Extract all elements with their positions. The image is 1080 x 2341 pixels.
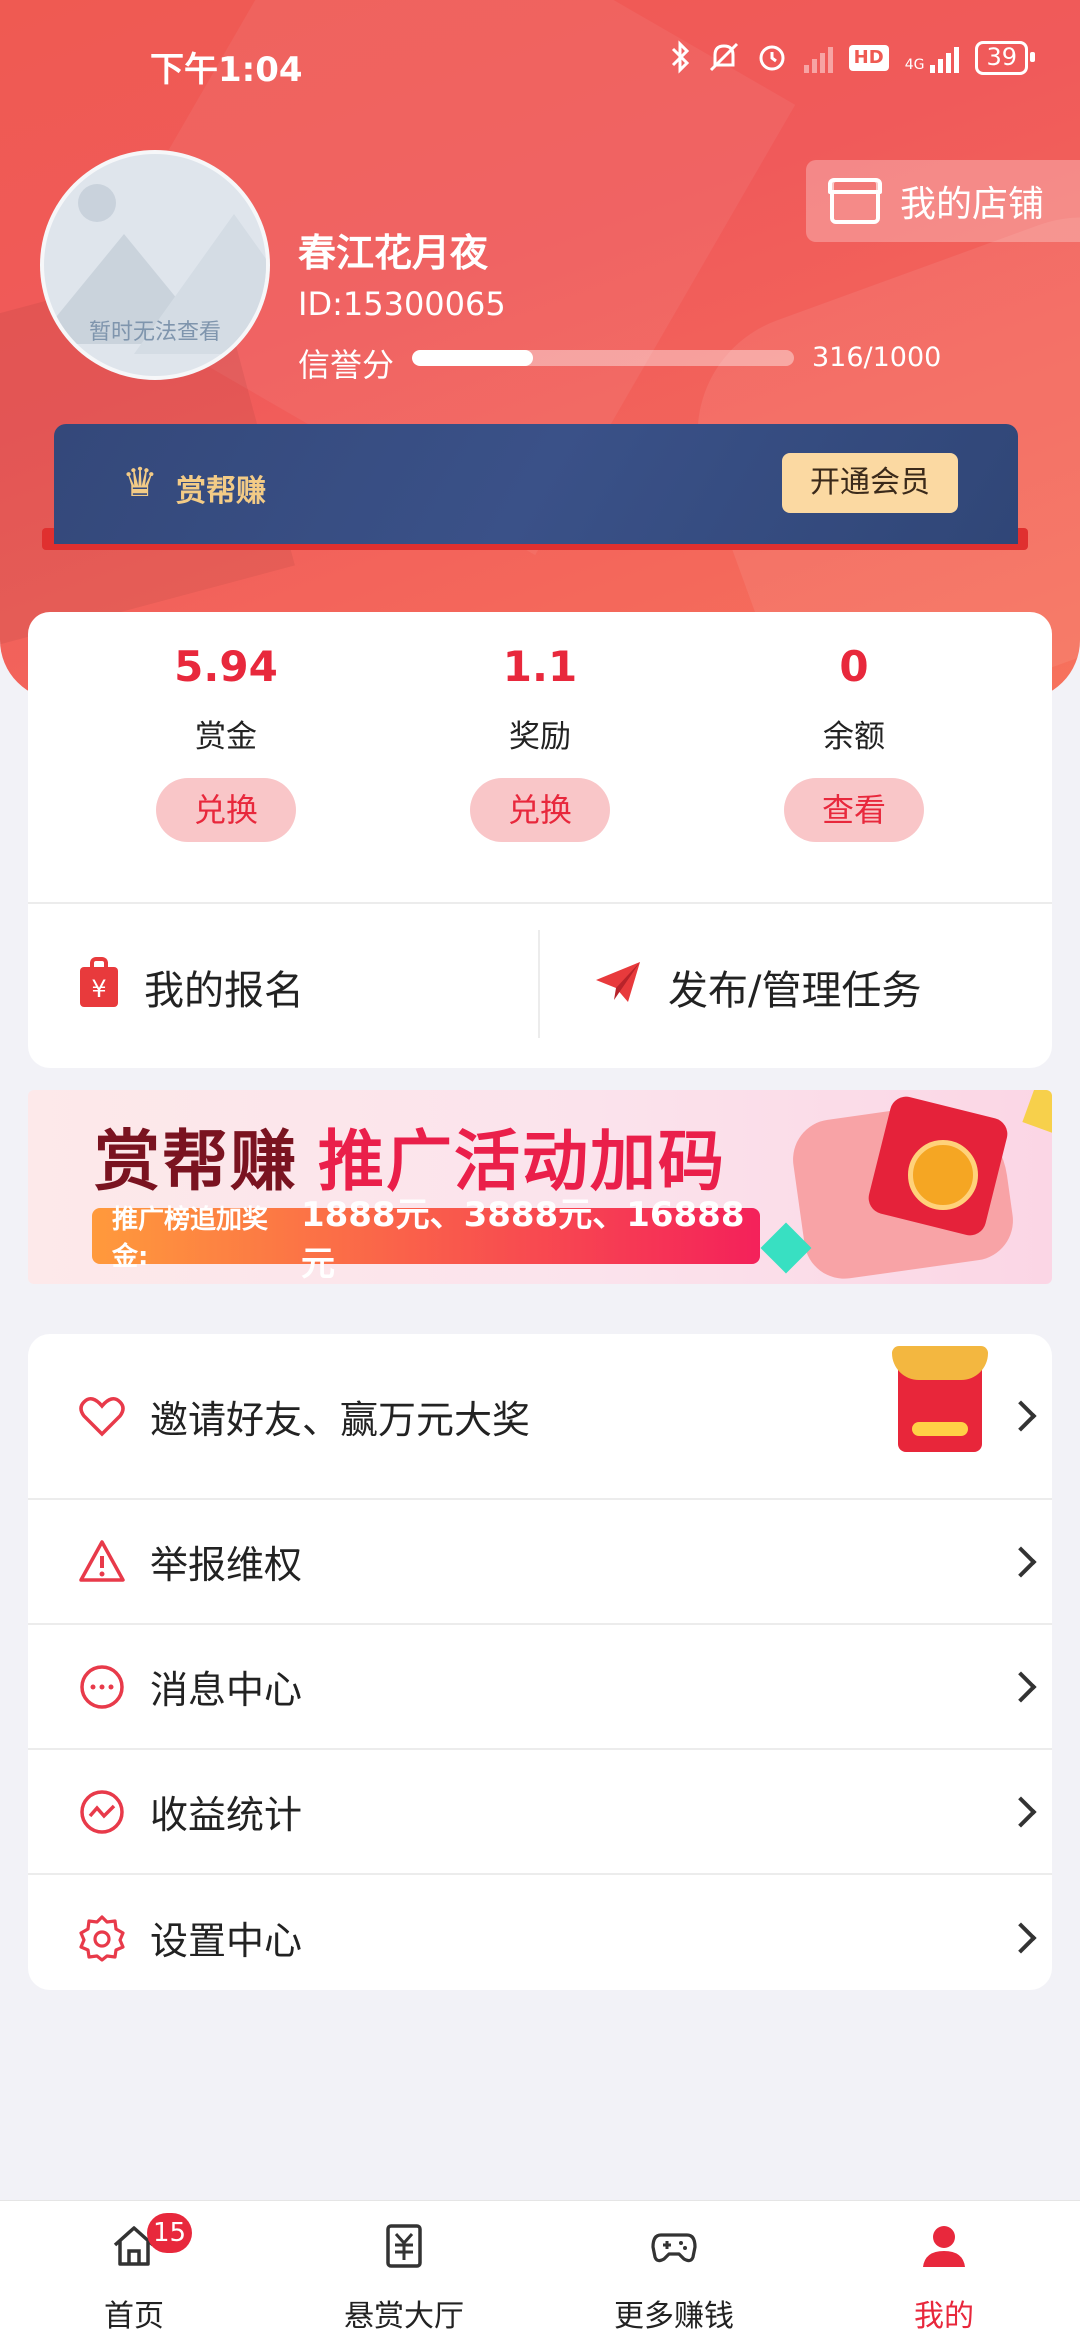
chevron-right-icon (1005, 1400, 1037, 1432)
my-signup-button[interactable]: ¥ 我的报名 (80, 922, 304, 1052)
nav-label: 我的 (914, 2299, 974, 2334)
menu-item-earnings[interactable]: 收益统计 (28, 1750, 1052, 1875)
stats-card: 5.94 赏金 兑换 1.1 奖励 兑换 0 余额 查看 ¥ 我的报名 发布/管… (28, 612, 1052, 1068)
nav-bounty-hall[interactable]: 悬赏大厅 (304, 2223, 504, 2335)
chevron-right-icon (1005, 1670, 1037, 1703)
stat-reward-label: 奖励 (509, 719, 571, 755)
promo-title-brand: 赏帮赚 (94, 1123, 298, 1200)
bottom-nav: 15 首页 悬赏大厅 更多赚钱 我的 (0, 2200, 1080, 2341)
stat-bounty-value: 5.94 (174, 642, 278, 691)
menu-label: 举报维权 (150, 1543, 303, 1587)
promo-banner[interactable]: 赏帮赚 推广活动加码 推广榜追加奖金: 1888元、3888元、16888元 (28, 1090, 1052, 1284)
home-badge: 15 (147, 2213, 193, 2253)
user-icon (921, 2223, 967, 2269)
credit-progress-fill (412, 350, 533, 366)
my-shop-button[interactable]: 我的店铺 (806, 160, 1080, 242)
stat-bounty-label: 赏金 (195, 719, 257, 755)
menu-item-messages[interactable]: 消息中心 (28, 1625, 1052, 1750)
stats-icon (78, 1788, 126, 1836)
stat-reward-value: 1.1 (502, 642, 578, 691)
yuan-doc-icon (381, 2223, 427, 2269)
menu-label: 设置中心 (150, 1919, 303, 1963)
gear-icon (78, 1914, 126, 1962)
stat-balance: 0 余额 查看 (704, 642, 1004, 842)
menu-item-invite[interactable]: 邀请好友、赢万元大奖 (28, 1334, 1052, 1500)
bounty-exchange-button[interactable]: 兑换 (156, 778, 296, 842)
crown-icon: ♛ (122, 460, 158, 506)
status-time: 下午1:04 (150, 50, 303, 90)
user-id: ID:15300065 (298, 285, 506, 323)
vip-label: 赏帮赚 (176, 474, 266, 509)
credit-label: 信誉分 (298, 346, 395, 384)
avatar[interactable]: 暂时无法查看 (40, 150, 270, 380)
battery-icon: 39 (975, 41, 1035, 75)
reward-exchange-button[interactable]: 兑换 (470, 778, 610, 842)
promo-bonus-bar: 推广榜追加奖金: 1888元、3888元、16888元 (92, 1195, 760, 1284)
heart-icon (78, 1392, 126, 1440)
message-icon (78, 1663, 126, 1711)
stat-balance-label: 余额 (823, 719, 885, 755)
vip-banner[interactable]: ♛ 赏帮赚 开通会员 (54, 424, 1018, 544)
balance-view-button[interactable]: 查看 (784, 778, 924, 842)
signal-icon: 4G (905, 43, 960, 73)
menu-item-settings[interactable]: 设置中心 (28, 1875, 1052, 2000)
shop-icon (828, 178, 882, 224)
coin-icon (908, 1140, 978, 1210)
credit-progress-bar (412, 350, 794, 366)
status-bar: 下午1:04 HD 4G 39 (0, 40, 1080, 90)
avatar-caption: 暂时无法查看 (88, 320, 221, 345)
menu-label: 消息中心 (150, 1668, 303, 1712)
nav-more-earning[interactable]: 更多赚钱 (574, 2223, 774, 2335)
gamepad-icon (651, 2223, 697, 2269)
gift-envelope-icon (892, 1346, 988, 1452)
publish-manage-button[interactable]: 发布/管理任务 (594, 922, 921, 1052)
stat-reward: 1.1 奖励 兑换 (390, 642, 690, 842)
my-shop-label: 我的店铺 (900, 184, 1045, 225)
home-icon: 15 (111, 2213, 193, 2269)
paper-plane-icon (594, 960, 642, 1014)
chevron-right-icon (1005, 1545, 1037, 1578)
publish-manage-label: 发布/管理任务 (668, 968, 922, 1014)
bluetooth-icon (670, 40, 692, 76)
chevron-right-icon (1005, 1795, 1037, 1828)
user-name: 春江花月夜 (298, 231, 489, 275)
credit-value: 316/1000 (812, 342, 942, 373)
nav-home[interactable]: 15 首页 (34, 2213, 234, 2335)
promo-bonus-label: 推广榜追加奖金: (112, 1205, 269, 1272)
stat-bounty: 5.94 赏金 兑换 (76, 642, 376, 842)
nav-label: 首页 (104, 2299, 164, 2334)
signal-off-icon (803, 43, 833, 73)
chevron-right-icon (1005, 1921, 1037, 1954)
alarm-icon (756, 40, 788, 76)
nav-label: 更多赚钱 (614, 2299, 734, 2334)
my-signup-label: 我的报名 (144, 968, 304, 1014)
menu-label: 邀请好友、赢万元大奖 (150, 1397, 531, 1442)
nav-label: 悬赏大厅 (344, 2299, 464, 2334)
nav-mine[interactable]: 我的 (844, 2223, 1044, 2335)
open-membership-button[interactable]: 开通会员 (782, 453, 958, 513)
promo-bonus-values: 1888元、3888元、16888元 (300, 1195, 745, 1284)
stat-balance-value: 0 (839, 642, 869, 691)
menu-label: 收益统计 (150, 1793, 303, 1837)
signup-bag-icon: ¥ (80, 957, 118, 1007)
hd-badge: HD (848, 45, 889, 71)
menu-list: 邀请好友、赢万元大奖 举报维权 消息中心 收益统计 设置中心 (28, 1334, 1052, 1990)
warning-icon (78, 1538, 126, 1586)
mute-bell-icon (708, 40, 740, 76)
menu-item-report[interactable]: 举报维权 (28, 1500, 1052, 1625)
